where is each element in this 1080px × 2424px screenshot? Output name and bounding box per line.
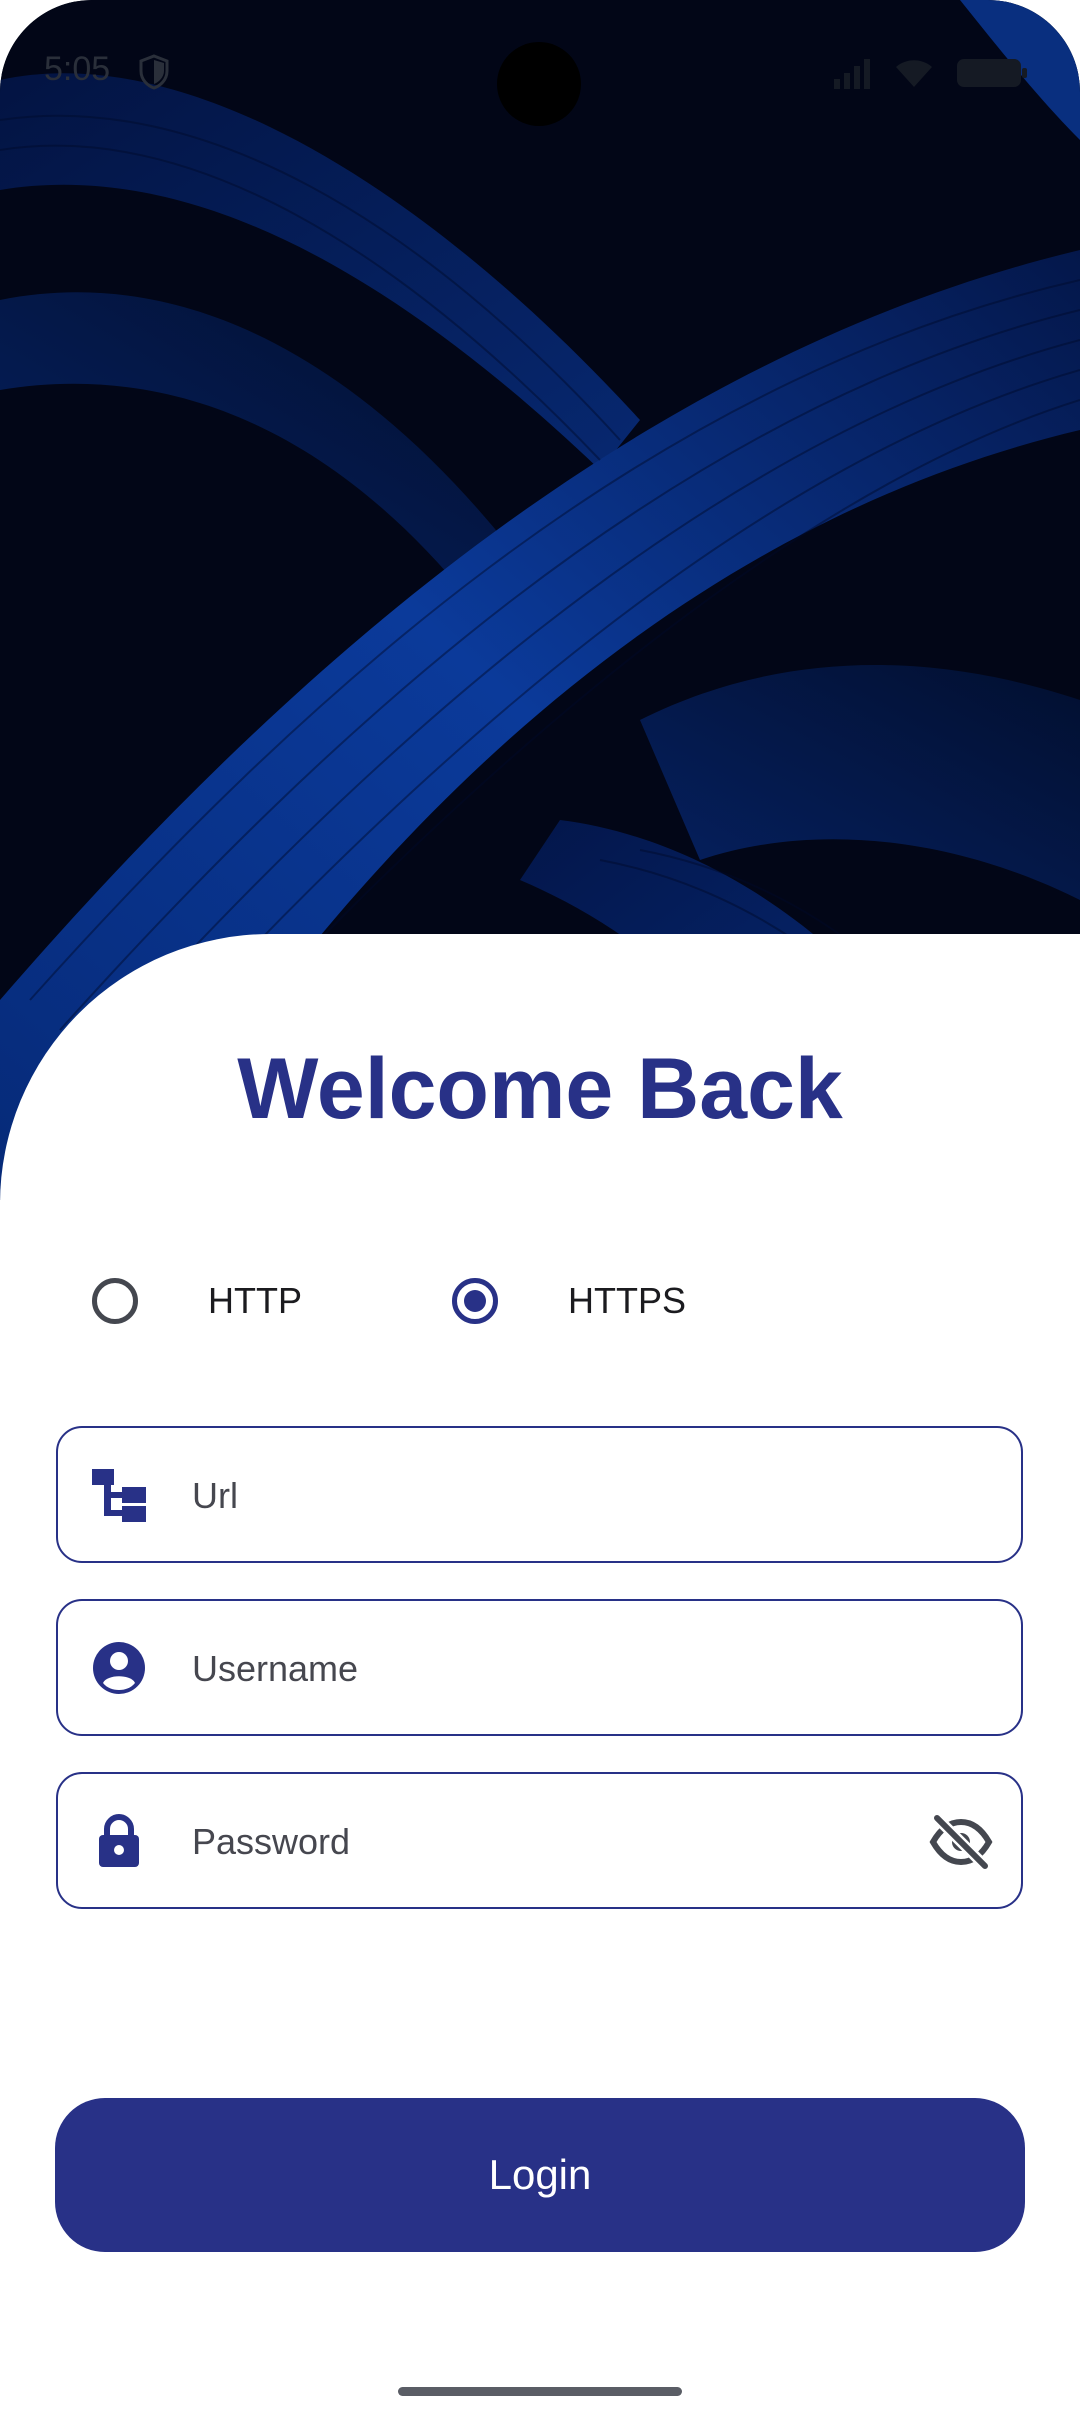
signal-icon — [834, 59, 870, 89]
system-icons — [832, 56, 1028, 90]
eye-off-icon[interactable] — [929, 1810, 993, 1874]
username-input[interactable] — [192, 1631, 912, 1707]
lock-icon — [99, 1814, 139, 1867]
status-time: 5:05 — [44, 50, 111, 88]
account-circle-icon — [93, 1642, 145, 1694]
shield-icon — [139, 54, 169, 90]
status-bar: 5:05 — [0, 0, 1080, 140]
https-radio[interactable] — [452, 1278, 498, 1324]
app-screen: 5:05 Welcome Back HTTP HTTPS Url Usernam… — [0, 0, 1080, 2424]
home-indicator[interactable] — [398, 2387, 682, 2396]
wifi-icon — [896, 60, 932, 87]
https-radio-label: HTTPS — [568, 1280, 687, 1321]
page-title: Welcome Back — [237, 1041, 843, 1137]
front-camera — [497, 42, 581, 126]
http-radio-label: HTTP — [208, 1280, 302, 1321]
login-button[interactable]: Login — [55, 2098, 1025, 2252]
password-input[interactable] — [192, 1804, 912, 1880]
sitemap-icon — [92, 1469, 146, 1522]
radio-option-http[interactable]: HTTP — [92, 1270, 302, 1332]
password-field[interactable] — [56, 1772, 1023, 1909]
radio-option-https[interactable]: HTTPS — [452, 1270, 686, 1332]
http-radio[interactable] — [92, 1278, 138, 1324]
url-field[interactable] — [56, 1426, 1023, 1563]
url-input[interactable] — [192, 1458, 912, 1534]
battery-icon — [957, 59, 1027, 87]
username-field[interactable] — [56, 1599, 1023, 1736]
